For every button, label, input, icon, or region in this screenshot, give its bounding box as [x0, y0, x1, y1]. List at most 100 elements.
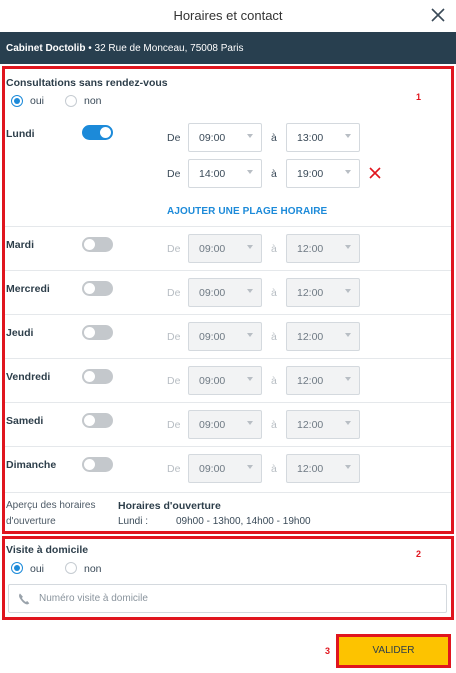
consultations-title: Consultations sans rendez-vous [6, 77, 168, 89]
select-value: 12:00 [297, 375, 324, 387]
day-label-lundi: Lundi [6, 128, 35, 140]
select-value: 09:00 [199, 243, 226, 255]
caret-down-icon [247, 289, 253, 293]
caret-down-icon [247, 377, 253, 381]
day-label-mercredi: Mercredi [6, 283, 50, 295]
caret-down-icon [345, 377, 351, 381]
divider [5, 358, 451, 359]
divider [5, 270, 451, 271]
select-value: 19:00 [297, 168, 324, 180]
practice-bar: Cabinet Doctolib • 32 Rue de Monceau, 75… [0, 32, 456, 64]
day-label-jeudi: Jeudi [6, 327, 34, 339]
toggle-mardi[interactable] [82, 237, 113, 252]
modal-header: Horaires et contact [0, 0, 456, 32]
de-label: De [167, 375, 181, 387]
select-value: 09:00 [199, 132, 226, 144]
samedi-to-select[interactable]: 12:00 [286, 410, 360, 439]
select-value: 12:00 [297, 243, 324, 255]
consultations-non-label: non [84, 95, 102, 107]
modal-title: Horaires et contact [173, 8, 283, 23]
dimanche-from-select[interactable]: 09:00 [188, 454, 262, 483]
vendredi-to-select[interactable]: 12:00 [286, 366, 360, 395]
lundi-slot1-to-select[interactable]: 13:00 [286, 123, 360, 152]
dimanche-to-select[interactable]: 12:00 [286, 454, 360, 483]
lundi-slot2-to-select[interactable]: 19:00 [286, 159, 360, 188]
select-value: 09:00 [199, 287, 226, 299]
vendredi-from-select[interactable]: 09:00 [188, 366, 262, 395]
de-label: De [167, 287, 181, 299]
practice-address: • 32 Rue de Monceau, 75008 Paris [85, 43, 244, 54]
consultations-oui-label: oui [30, 95, 45, 107]
visite-non-label: non [84, 563, 102, 575]
select-value: 09:00 [199, 375, 226, 387]
consultations-oui-radio[interactable] [11, 95, 23, 107]
jeudi-to-select[interactable]: 12:00 [286, 322, 360, 351]
a-label: à [271, 419, 277, 431]
consultations-non-radio[interactable] [65, 95, 77, 107]
a-label: à [271, 331, 277, 343]
de-label: De [167, 243, 181, 255]
practice-name: Cabinet Doctolib [6, 43, 86, 54]
caret-down-icon [345, 465, 351, 469]
a-label: à [271, 243, 277, 255]
visite-title: Visite à domicile [6, 544, 89, 556]
select-value: 09:00 [199, 463, 226, 475]
visite-phone-field[interactable] [8, 584, 447, 613]
select-value: 13:00 [297, 132, 324, 144]
toggle-samedi[interactable] [82, 413, 113, 428]
a-label: à [271, 132, 277, 144]
toggle-dimanche[interactable] [82, 457, 113, 472]
caret-down-icon [345, 421, 351, 425]
close-icon[interactable] [428, 5, 448, 25]
caret-down-icon [345, 134, 351, 138]
toggle-vendredi[interactable] [82, 369, 113, 384]
jeudi-from-select[interactable]: 09:00 [188, 322, 262, 351]
caret-down-icon [247, 170, 253, 174]
divider [5, 402, 451, 403]
de-label: De [167, 419, 181, 431]
mercredi-to-select[interactable]: 12:00 [286, 278, 360, 307]
day-label-samedi: Samedi [6, 415, 44, 427]
select-value: 12:00 [297, 331, 324, 343]
summary-title: Horaires d'ouverture [118, 500, 221, 512]
samedi-from-select[interactable]: 09:00 [188, 410, 262, 439]
remove-slot-icon[interactable] [368, 166, 382, 180]
select-value: 09:00 [199, 419, 226, 431]
day-label-dimanche: Dimanche [6, 459, 57, 471]
de-label: De [167, 463, 181, 475]
caret-down-icon [247, 421, 253, 425]
valider-button[interactable]: VALIDER [339, 637, 448, 665]
add-slot-link[interactable]: AJOUTER UNE PLAGE HORAIRE [167, 206, 327, 217]
de-label: De [167, 331, 181, 343]
a-label: à [271, 287, 277, 299]
caret-down-icon [345, 170, 351, 174]
lundi-slot2-from-select[interactable]: 14:00 [188, 159, 262, 188]
phone-icon [17, 592, 31, 606]
toggle-jeudi[interactable] [82, 325, 113, 340]
mardi-to-select[interactable]: 12:00 [286, 234, 360, 263]
divider [5, 492, 451, 493]
visite-phone-input[interactable] [39, 585, 439, 612]
mercredi-from-select[interactable]: 09:00 [188, 278, 262, 307]
toggle-mercredi[interactable] [82, 281, 113, 296]
caret-down-icon [247, 134, 253, 138]
caret-down-icon [345, 245, 351, 249]
day-label-mardi: Mardi [6, 239, 35, 251]
summary-label: Aperçu des horaires d'ouverture [6, 500, 96, 527]
mardi-from-select[interactable]: 09:00 [188, 234, 262, 263]
annotation-number-1: 1 [416, 92, 422, 102]
visite-oui-radio[interactable] [11, 562, 23, 574]
caret-down-icon [345, 289, 351, 293]
a-label: à [271, 463, 277, 475]
visite-non-radio[interactable] [65, 562, 77, 574]
day-label-vendredi: Vendredi [6, 371, 51, 383]
caret-down-icon [247, 333, 253, 337]
select-value: 14:00 [199, 168, 226, 180]
annotation-number-3: 3 [325, 646, 331, 656]
select-value: 12:00 [297, 287, 324, 299]
de-label: De [167, 132, 181, 144]
toggle-lundi[interactable] [82, 125, 113, 140]
select-value: 12:00 [297, 463, 324, 475]
lundi-slot1-from-select[interactable]: 09:00 [188, 123, 262, 152]
visite-oui-label: oui [30, 563, 45, 575]
